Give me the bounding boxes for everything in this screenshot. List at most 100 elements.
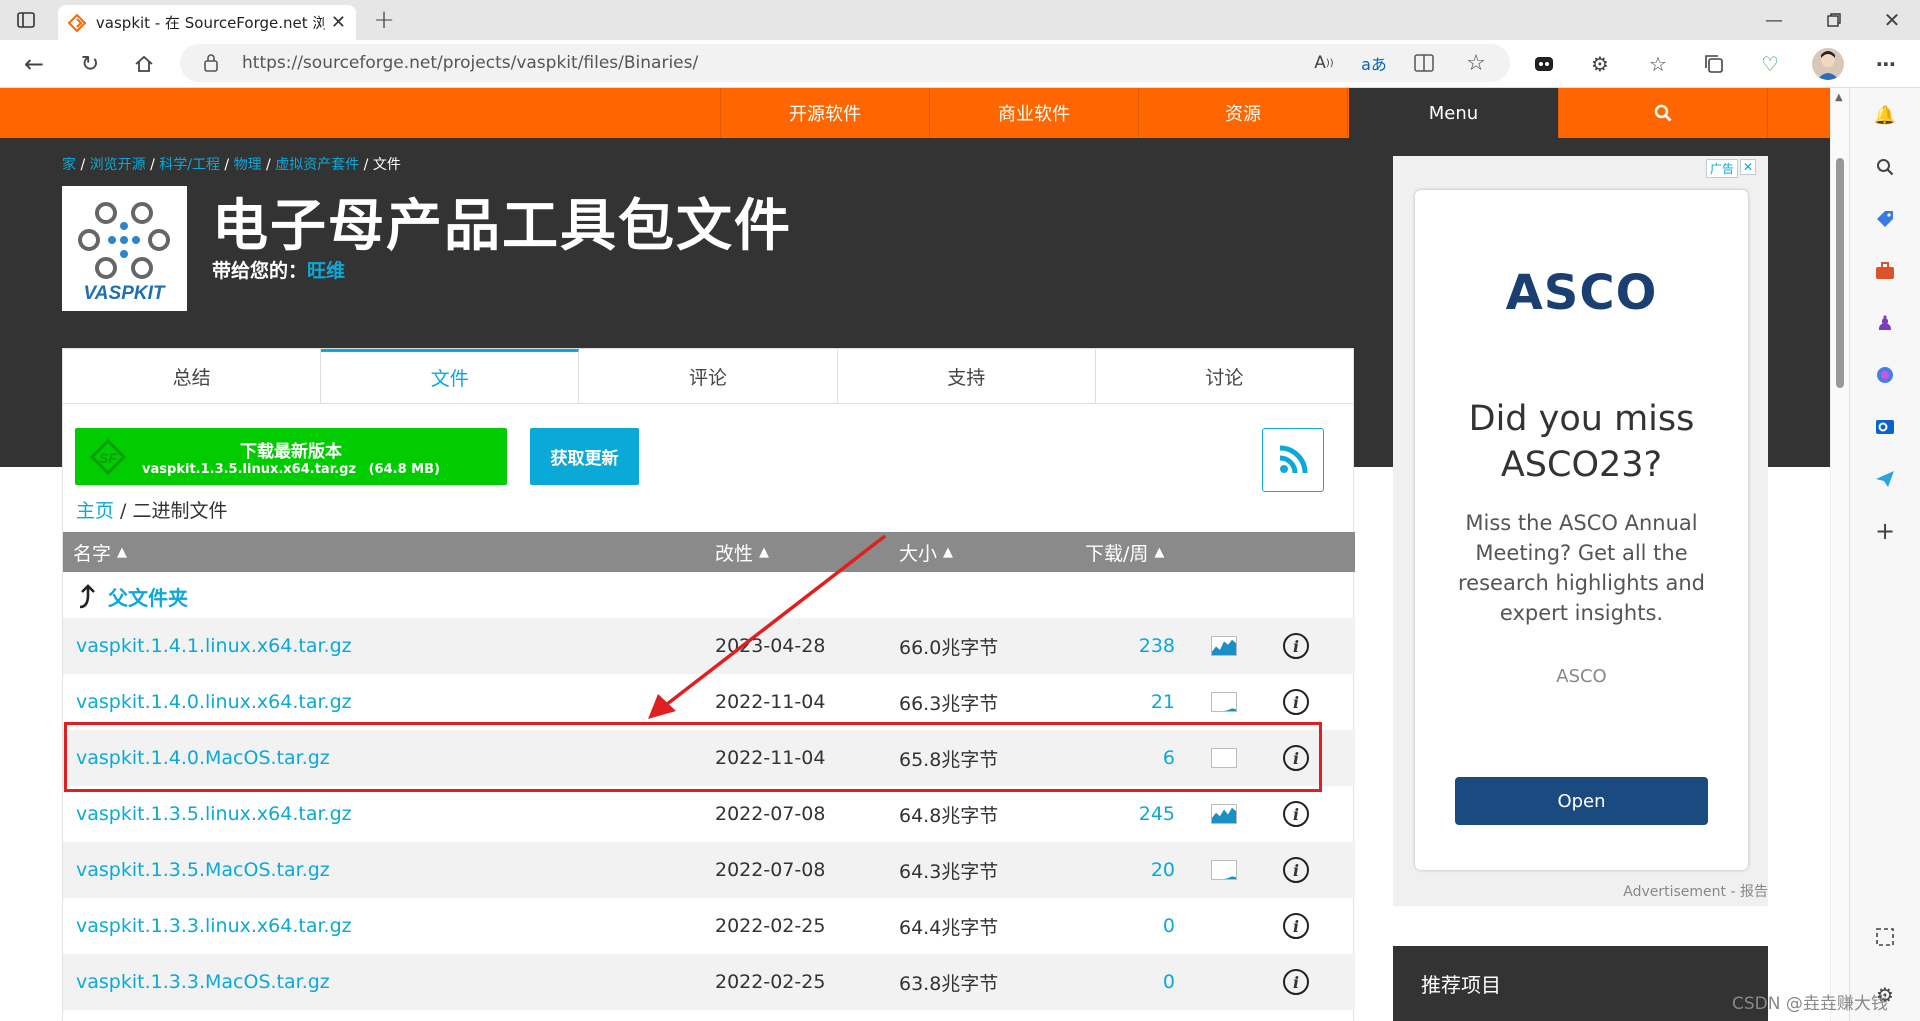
address-bar[interactable]: https://sourceforge.net/projects/vaspkit…: [180, 44, 1510, 82]
weekly-downloads[interactable]: 0: [1103, 954, 1175, 1010]
ad-card[interactable]: ASCO Did you miss ASCO23? Miss the ASCO …: [1415, 190, 1748, 870]
weekly-downloads[interactable]: 6: [1103, 730, 1175, 786]
file-name-link[interactable]: vaspkit.1.4.0.linux.x64.tar.gz: [76, 674, 352, 730]
file-info-button[interactable]: i: [1283, 954, 1309, 1010]
close-window-icon[interactable]: ✕: [1878, 6, 1906, 34]
tab-summary[interactable]: 总结: [63, 349, 322, 403]
breadcrumb-science[interactable]: 科学/工程: [159, 157, 220, 173]
file-info-button[interactable]: i: [1283, 898, 1309, 954]
search-icon[interactable]: [1871, 153, 1899, 181]
add-sidebar-icon[interactable]: +: [1871, 517, 1899, 545]
page-scrollbar[interactable]: ▲: [1830, 88, 1849, 1021]
close-tab-icon[interactable]: ✕: [331, 12, 346, 33]
sourceforge-favicon-icon: [68, 13, 86, 32]
file-info-button[interactable]: i: [1283, 842, 1309, 898]
tab-reviews[interactable]: 评论: [579, 349, 838, 403]
file-info-button[interactable]: i: [1283, 674, 1309, 730]
parent-folder-link[interactable]: 父文件夹: [76, 574, 188, 618]
file-name-link[interactable]: vaspkit.1.4.1.linux.x64.tar.gz: [76, 618, 352, 674]
avatar[interactable]: [1812, 48, 1844, 80]
copilot-icon[interactable]: [1871, 361, 1899, 389]
games-icon[interactable]: ♟: [1871, 309, 1899, 337]
weekly-downloads[interactable]: 20: [1103, 842, 1175, 898]
tag-icon[interactable]: [1871, 205, 1899, 233]
column-size[interactable]: 大小 ▲: [899, 532, 953, 572]
file-info-button[interactable]: i: [1283, 618, 1309, 674]
file-name-link[interactable]: vaspkit.1.4.0.MacOS.tar.gz: [76, 730, 330, 786]
bell-icon[interactable]: 🔔: [1871, 101, 1899, 129]
ad-close-icon[interactable]: ✕: [1740, 159, 1756, 175]
page-title: 电子母产品工具包文件: [212, 194, 792, 259]
file-name-link[interactable]: vaspkit.1.3.5.linux.x64.tar.gz: [76, 786, 352, 842]
download-chart-icon[interactable]: [1211, 674, 1237, 730]
outlook-icon[interactable]: [1871, 413, 1899, 441]
restore-icon[interactable]: [1820, 6, 1848, 34]
breadcrumb-browse[interactable]: 浏览开源: [90, 157, 146, 173]
extension-icon[interactable]: [1530, 50, 1558, 78]
nav-item-menu[interactable]: Menu: [1349, 88, 1558, 138]
search-icon[interactable]: [1558, 88, 1768, 138]
download-chart-icon[interactable]: [1211, 618, 1237, 674]
column-downloads[interactable]: 下载/周 ▲: [1085, 532, 1164, 572]
download-chart-icon[interactable]: [1211, 842, 1237, 898]
more-menu-icon[interactable]: ⋯: [1872, 50, 1900, 78]
breadcrumb-physics[interactable]: 物理: [234, 157, 262, 173]
send-icon[interactable]: [1871, 465, 1899, 493]
file-name-link[interactable]: vaspkit.1.3.3.linux.x64.tar.gz: [76, 898, 352, 954]
puzzle-icon[interactable]: ⚙: [1586, 50, 1614, 78]
tab-discussion[interactable]: 讨论: [1096, 349, 1353, 403]
favorites-icon[interactable]: ☆: [1644, 50, 1672, 78]
file-date: 2022-02-25: [715, 971, 826, 993]
refresh-icon[interactable]: ↻: [76, 50, 104, 78]
weekly-downloads[interactable]: 245: [1103, 786, 1175, 842]
path-home-link[interactable]: 主页: [76, 500, 114, 522]
back-icon[interactable]: ←: [20, 50, 48, 78]
up-arrow-icon: [79, 584, 95, 609]
ad-open-button[interactable]: Open: [1455, 777, 1708, 825]
breadcrumb-home[interactable]: 家: [62, 157, 76, 173]
tab-files[interactable]: 文件: [321, 349, 580, 403]
plus-icon[interactable]: +: [370, 5, 398, 35]
nav-item-business-software[interactable]: 商业软件: [929, 88, 1138, 138]
split-screen-icon[interactable]: [1410, 49, 1438, 77]
site-nav-bar: 开源软件 商业软件 资源 Menu: [0, 88, 1830, 138]
ad-badge[interactable]: 广告: [1705, 159, 1738, 178]
minimize-icon[interactable]: —: [1760, 6, 1788, 34]
translate-icon[interactable]: aあ: [1360, 49, 1388, 77]
sort-icon: ▲: [943, 544, 954, 560]
file-info-button[interactable]: i: [1283, 730, 1309, 786]
author-link[interactable]: 旺维: [307, 260, 345, 282]
get-updates-button[interactable]: 获取更新: [530, 428, 639, 485]
download-chart-icon[interactable]: [1211, 730, 1237, 786]
download-latest-button[interactable]: SF 下载最新版本 vaspkit.1.3.5.linux.x64.tar.gz…: [75, 428, 507, 485]
browser-tab[interactable]: vaspkit - 在 SourceForge.net 浏览 ✕: [58, 5, 356, 40]
tab-support[interactable]: 支持: [838, 349, 1096, 403]
screenshot-icon[interactable]: [1871, 923, 1899, 951]
tab-actions-icon[interactable]: [14, 8, 38, 32]
scroll-thumb[interactable]: [1836, 158, 1844, 388]
sort-icon: ▲: [117, 544, 128, 560]
rss-icon[interactable]: [1262, 428, 1324, 492]
nav-item-resources[interactable]: 资源: [1138, 88, 1348, 138]
browser-essentials-icon[interactable]: ♡: [1756, 50, 1784, 78]
download-chart-icon[interactable]: [1211, 786, 1237, 842]
ad-footer[interactable]: Advertisement - 报告: [1623, 881, 1768, 901]
file-info-button[interactable]: i: [1283, 786, 1309, 842]
weekly-downloads[interactable]: 0: [1103, 898, 1175, 954]
collections-icon[interactable]: [1700, 50, 1728, 78]
breadcrumb-vaspkit[interactable]: 虚拟资产套件: [275, 157, 359, 173]
scroll-up-icon[interactable]: ▲: [1835, 92, 1843, 103]
folder-path: 主页 / 二进制文件: [76, 500, 228, 522]
file-name-link[interactable]: vaspkit.1.3.5.MacOS.tar.gz: [76, 842, 330, 898]
favorite-star-icon[interactable]: ☆: [1462, 49, 1490, 77]
column-name[interactable]: 名字 ▲: [73, 532, 127, 572]
table-row: vaspkit.1.4.0.MacOS.tar.gz 2022-11-04 65.8…: [63, 730, 1355, 786]
weekly-downloads[interactable]: 238: [1103, 618, 1175, 674]
file-name-link[interactable]: vaspkit.1.3.3.MacOS.tar.gz: [76, 954, 330, 1010]
toolbox-icon[interactable]: [1871, 257, 1899, 285]
nav-item-open-source[interactable]: 开源软件: [720, 88, 929, 138]
project-logo[interactable]: VASPKIT: [62, 186, 187, 311]
weekly-downloads[interactable]: 21: [1103, 674, 1175, 730]
read-aloud-icon[interactable]: A)): [1310, 49, 1338, 77]
home-icon[interactable]: [130, 50, 158, 78]
